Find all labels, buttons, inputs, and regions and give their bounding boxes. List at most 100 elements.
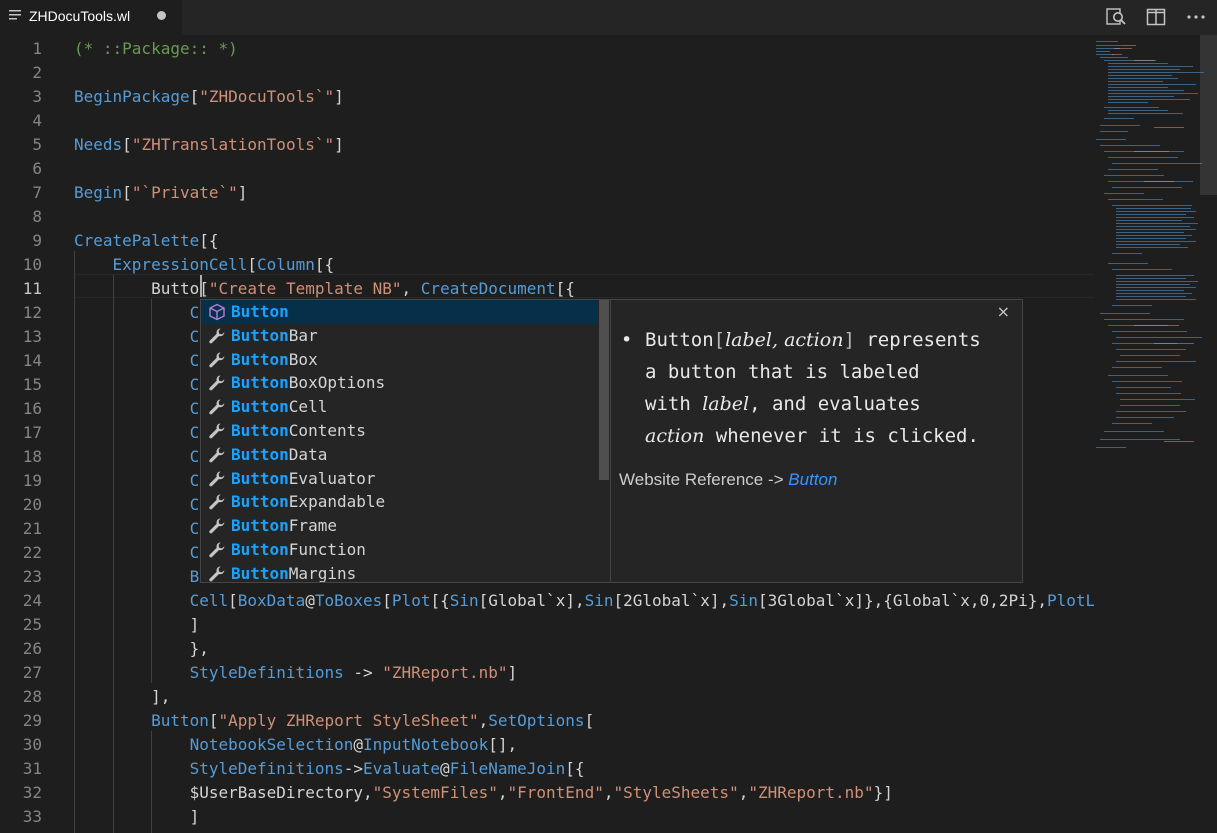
code-line[interactable]: 30 NotebookSelection@InputNotebook[],: [0, 733, 1094, 757]
code-token: Sin: [729, 591, 758, 610]
code-token: C: [189, 447, 200, 466]
code-line[interactable]: 6: [0, 157, 1094, 181]
code-line[interactable]: 26 },: [0, 637, 1094, 661]
code-text: StyleDefinitions->Evaluate@FileNameJoin[…: [74, 757, 585, 781]
code-line[interactable]: 1 (* ::Package:: *): [0, 37, 1094, 61]
suggestion-match: Button: [231, 540, 289, 559]
code-token: ,: [401, 279, 421, 298]
suggestion-item[interactable]: ButtonMargins: [201, 562, 598, 582]
minimap-scroll-slider[interactable]: [1200, 35, 1217, 195]
code-line[interactable]: 32 $UserBaseDirectory,"SystemFiles","Fro…: [0, 781, 1094, 805]
editor-tab[interactable]: ZHDocuTools.wl: [0, 0, 182, 35]
suggestion-match: Button: [231, 421, 289, 440]
code-text: $UserBaseDirectory,"SystemFiles","FrontE…: [74, 781, 893, 805]
suggestion-item[interactable]: ButtonBox: [201, 348, 598, 372]
code-token: CreateDocument: [420, 279, 556, 298]
more-actions-icon[interactable]: [1185, 6, 1207, 28]
code-token: [: [122, 183, 132, 202]
code-line[interactable]: 24 Cell[BoxData@ToBoxes[Plot[{Sin[Global…: [0, 589, 1094, 613]
suggestion-scrollbar[interactable]: [599, 300, 609, 480]
suggestion-item[interactable]: ButtonCell: [201, 395, 598, 419]
code-token: Evaluate: [362, 759, 441, 778]
find-references-icon[interactable]: [1105, 6, 1127, 28]
code-token: C: [189, 471, 200, 490]
suggestion-match: Button: [231, 468, 289, 488]
tab-bar: ZHDocuTools.wl: [0, 0, 1217, 35]
minimap[interactable]: [1094, 35, 1217, 833]
close-icon[interactable]: ×: [997, 302, 1010, 321]
suggestion-item[interactable]: ButtonContents: [201, 419, 598, 443]
code-token: [: [122, 135, 132, 154]
line-number: 6: [32, 159, 42, 178]
code-token: ]: [74, 807, 200, 826]
tab-title: ZHDocuTools.wl: [29, 8, 131, 24]
code-token: ]: [334, 87, 344, 106]
code-line[interactable]: 31 StyleDefinitions->Evaluate@FileNameJo…: [0, 757, 1094, 781]
code-line[interactable]: 7 Begin["`Private`"]: [0, 181, 1094, 205]
code-token: @: [440, 759, 450, 778]
suggestion-item[interactable]: ButtonEvaluator: [201, 467, 598, 491]
code-line[interactable]: 2: [0, 61, 1094, 85]
line-number: 33: [22, 807, 42, 826]
unsaved-dot-icon[interactable]: [157, 11, 166, 20]
code-token: "ZHDocuTools`": [199, 87, 335, 106]
suggestion-rest: Cell: [288, 397, 328, 417]
suggestion-label: ButtonContents: [231, 419, 366, 443]
code-token: SetOptions: [488, 711, 585, 730]
autocomplete-suggestions[interactable]: Button ButtonBar ButtonBox ButtonBoxOptions…: [200, 299, 611, 583]
website-reference-label: Website Reference ->: [619, 470, 789, 489]
code-line[interactable]: 11 Butto["Create Template NB", CreateDoc…: [0, 277, 1094, 301]
line-number: 34: [0, 829, 42, 833]
code-line[interactable]: 27 StyleDefinitions -> "ZHReport.nb"]: [0, 661, 1094, 685]
code-token: [{: [314, 255, 335, 274]
line-number: 12: [22, 303, 42, 322]
code-token: @: [353, 735, 363, 754]
suggestion-label: ButtonMargins: [231, 562, 356, 582]
code-line[interactable]: 28 ],: [0, 685, 1094, 709]
suggestion-item[interactable]: ButtonBar: [201, 324, 598, 348]
code-line[interactable]: 33 ]: [0, 805, 1094, 829]
code-line[interactable]: 34 ],: [0, 829, 1094, 833]
suggestion-rest: Box: [288, 349, 318, 369]
code-token: B: [189, 567, 200, 586]
code-line[interactable]: 3 BeginPackage["ZHDocuTools`"]: [0, 85, 1094, 109]
code-line[interactable]: 25 ]: [0, 613, 1094, 637]
line-number: 7: [32, 183, 42, 202]
code-token: "Create Template NB": [208, 279, 402, 298]
code-line[interactable]: 29 Button["Apply ZHReport StyleSheet",Se…: [0, 709, 1094, 733]
code-token: ]: [237, 183, 248, 202]
code-line[interactable]: 8: [0, 205, 1094, 229]
code-text: Begin["`Private`"]: [74, 181, 247, 205]
suggestion-item[interactable]: ButtonData: [201, 443, 598, 467]
code-token: [2Global`x],: [613, 591, 730, 610]
code-text: Button["Apply ZHReport StyleSheet",SetOp…: [74, 709, 594, 733]
code-line[interactable]: 10 ExpressionCell[Column[{: [0, 253, 1094, 277]
suggestion-item[interactable]: ButtonFunction: [201, 538, 598, 562]
line-number: 29: [22, 711, 42, 730]
suggestion-item[interactable]: ButtonBoxOptions: [201, 371, 598, 395]
suggestion-item[interactable]: Button: [201, 300, 598, 324]
code-line[interactable]: 5 Needs["ZHTranslationTools`"]: [0, 133, 1094, 157]
wrench-icon: [208, 565, 226, 582]
line-number: 32: [22, 783, 42, 802]
wrench-icon: [208, 351, 226, 369]
code-token: [Global`x],: [478, 591, 585, 610]
code-token: [: [189, 87, 200, 106]
line-number: 19: [22, 471, 42, 490]
code-line[interactable]: 4: [0, 109, 1094, 133]
wrench-icon: [208, 470, 226, 488]
code-token: "StyleSheets": [613, 783, 739, 802]
website-reference-link[interactable]: Button: [788, 470, 837, 489]
suggestion-item[interactable]: ButtonFrame: [201, 514, 598, 538]
website-reference: Website Reference -> Button: [619, 470, 837, 490]
code-line[interactable]: 9 CreatePalette[{: [0, 229, 1094, 253]
suggestion-item[interactable]: ButtonExpandable: [201, 490, 598, 514]
split-editor-icon[interactable]: [1145, 6, 1167, 28]
